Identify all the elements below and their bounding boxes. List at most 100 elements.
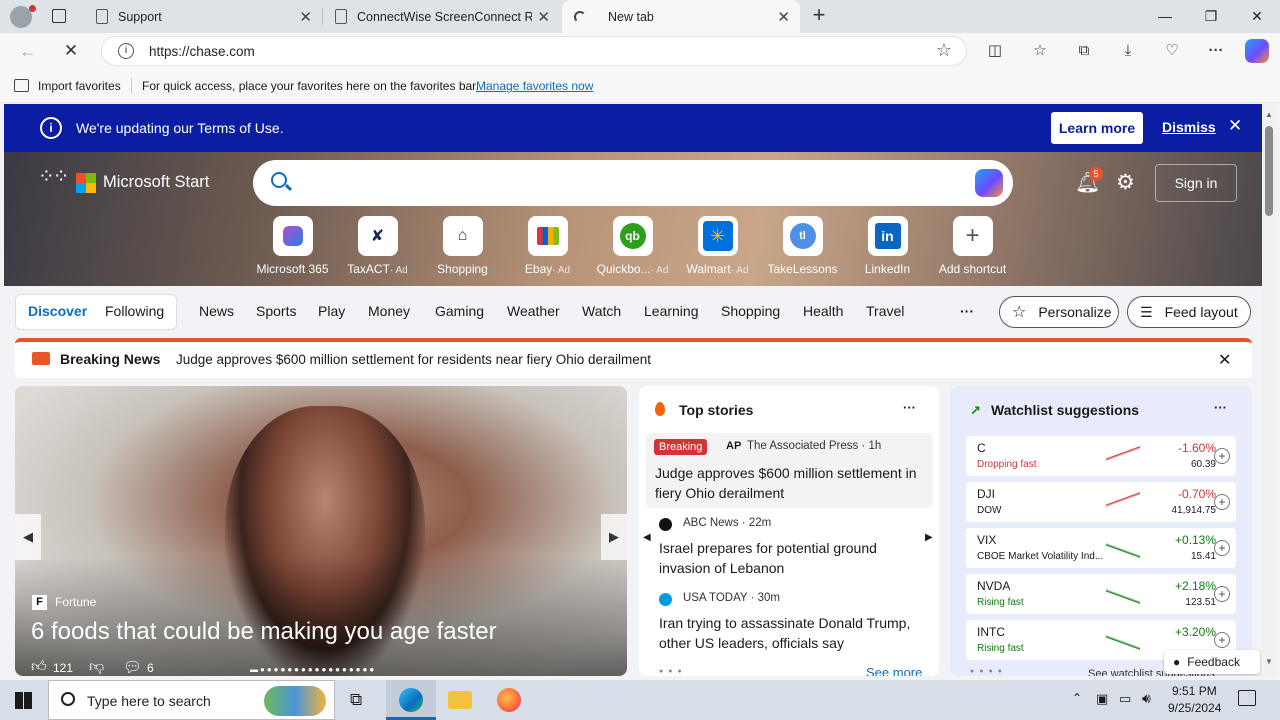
page-scrollbar[interactable]: ▲ ▼ — [1262, 104, 1276, 676]
taskbar-search[interactable]: Type here to search — [48, 680, 335, 720]
search-box[interactable] — [253, 160, 1013, 206]
close-tab-icon[interactable]: ✕ — [537, 8, 550, 26]
like-icon[interactable]: 👍︎ — [31, 658, 47, 676]
top-stories-more-icon[interactable]: ··· — [903, 400, 916, 415]
nav-more-icon[interactable]: ··· — [960, 303, 974, 319]
favorite-star-icon[interactable]: ☆ — [936, 40, 952, 61]
add-to-watchlist-icon[interactable]: + — [1214, 586, 1230, 602]
clock-time[interactable]: 9:51 PM — [1172, 684, 1217, 698]
story-headline[interactable]: Judge approves $600 million settlement i… — [655, 463, 925, 503]
tab-discover[interactable]: Discover — [28, 303, 87, 319]
add-to-watchlist-icon[interactable]: + — [1214, 632, 1230, 648]
shortcut-walmart[interactable]: ✳ Walmart· Ad — [675, 216, 760, 276]
task-view-icon[interactable]: ⧉ — [350, 690, 362, 710]
browser-essentials-icon[interactable]: ♡ — [1161, 40, 1183, 62]
watchlist-more-icon[interactable]: ··· — [1214, 400, 1227, 415]
collections-icon[interactable]: ⧉ — [1073, 40, 1095, 62]
story-item[interactable]: Breaking AP The Associated Press · 1h Ju… — [646, 433, 933, 508]
apps-grid-icon[interactable]: ⁘⁘ — [38, 167, 69, 187]
downloads-icon[interactable]: ⤓ — [1117, 40, 1139, 62]
nav-shopping[interactable]: Shopping — [721, 303, 780, 319]
story-headline[interactable]: Iran trying to assassinate Donald Trump,… — [659, 613, 917, 653]
shortcut-ebay[interactable]: Ebay· Ad — [505, 216, 590, 276]
scroll-down-icon[interactable]: ▼ — [1265, 657, 1273, 666]
sign-in-button[interactable]: Sign in — [1155, 164, 1237, 202]
nav-learning[interactable]: Learning — [644, 303, 699, 319]
shortcut-quickbooks[interactable]: qb Quickbo...· Ad — [590, 216, 675, 276]
add-to-watchlist-icon[interactable]: + — [1214, 448, 1230, 464]
tab-connectwise[interactable]: ConnectWise ScreenConnect Rer ✕ — [323, 0, 560, 33]
notifications-center-icon[interactable] — [1238, 690, 1256, 706]
tray-chevron-icon[interactable]: ⌃ — [1072, 691, 1082, 705]
watchlist-row-vix[interactable]: VIX CBOE Market Volatility Ind... +0.13%… — [966, 528, 1236, 568]
copilot-icon[interactable] — [1245, 39, 1269, 63]
nav-health[interactable]: Health — [803, 303, 843, 319]
back-icon[interactable]: ← — [17, 40, 39, 62]
dismiss-link[interactable]: Dismiss — [1162, 119, 1216, 135]
see-more-link[interactable]: See more — [866, 665, 922, 676]
shortcut-add[interactable]: + Add shortcut — [930, 216, 1015, 276]
shortcut-shopping[interactable]: ⌂ Shopping — [420, 216, 505, 276]
watchlist-row-c[interactable]: C Dropping fast -1.60% 60.39 + — [966, 436, 1236, 476]
shortcut-microsoft-365[interactable]: Microsoft 365 — [250, 216, 335, 276]
hero-story-card[interactable]: ◀ ▶ F Fortune 6 foods that could be maki… — [15, 386, 627, 676]
close-tab-icon[interactable]: ✕ — [777, 8, 790, 26]
close-breaking-icon[interactable]: ✕ — [1218, 350, 1231, 370]
scroll-up-icon[interactable]: ▲ — [1265, 110, 1273, 119]
nav-play[interactable]: Play — [318, 303, 345, 319]
import-favorites-link[interactable]: Import favorites — [38, 79, 121, 93]
copilot-search-icon[interactable] — [975, 169, 1003, 197]
watchlist-row-dji[interactable]: DJI DOW -0.70% 41,914.75 + — [966, 482, 1236, 522]
stop-loading-icon[interactable]: ✕ — [60, 40, 82, 62]
watchlist-row-nvda[interactable]: NVDA Rising fast +2.18% 123.51 + — [966, 574, 1236, 614]
settings-more-icon[interactable]: ··· — [1205, 40, 1227, 62]
site-info-icon[interactable]: i — [118, 43, 134, 59]
shortcut-linkedin[interactable]: in LinkedIn — [845, 216, 930, 276]
split-screen-icon[interactable]: ◫ — [984, 40, 1006, 62]
breaking-news-bar[interactable]: Breaking News Judge approves $600 millio… — [15, 338, 1252, 378]
dislike-icon[interactable]: 👎︎ — [89, 658, 104, 676]
stories-prev-icon[interactable]: ◀ — [643, 532, 651, 543]
shortcut-takelessons[interactable]: tl TakeLessons — [760, 216, 845, 276]
add-to-watchlist-icon[interactable]: + — [1214, 540, 1230, 556]
add-to-watchlist-icon[interactable]: + — [1214, 494, 1230, 510]
minimize-icon[interactable]: — — [1150, 4, 1180, 28]
tab-following[interactable]: Following — [105, 303, 164, 319]
nav-watch[interactable]: Watch — [582, 303, 621, 319]
manage-favorites-link[interactable]: Manage favorites now — [476, 79, 593, 93]
tab-support[interactable]: Support ✕ — [84, 0, 322, 33]
firefox-icon[interactable] — [497, 688, 521, 712]
settings-gear-icon[interactable]: ⚙ — [1116, 170, 1135, 195]
learn-more-button[interactable]: Learn more — [1051, 112, 1143, 144]
personalize-button[interactable]: ☆ Personalize — [999, 296, 1119, 328]
close-tab-icon[interactable]: ✕ — [299, 8, 312, 26]
network-icon[interactable]: ▭ — [1119, 691, 1131, 707]
prev-arrow-icon[interactable]: ◀ — [15, 514, 41, 560]
next-arrow-icon[interactable]: ▶ — [601, 514, 627, 560]
close-window-icon[interactable]: ✕ — [1242, 4, 1272, 28]
feedback-button[interactable]: ● Feedback — [1164, 650, 1260, 674]
comment-icon[interactable]: 💬︎ — [123, 658, 142, 676]
windows-start-icon[interactable] — [15, 692, 32, 709]
nav-money[interactable]: Money — [368, 303, 410, 319]
story-item[interactable]: ABC News · 22m Israel prepares for poten… — [655, 516, 917, 576]
carousel-dots[interactable]: ▬●●●●●●●●●●●●●●●●● — [250, 665, 376, 674]
story-headline[interactable]: Israel prepares for potential ground inv… — [659, 538, 917, 578]
nav-travel[interactable]: Travel — [866, 303, 904, 319]
feed-layout-button[interactable]: ☰ Feed layout — [1127, 296, 1251, 328]
stories-next-icon[interactable]: ▶ — [925, 532, 933, 543]
file-explorer-icon[interactable] — [448, 691, 472, 709]
tab-new-tab[interactable]: New tab ✕ — [562, 0, 800, 33]
shortcut-taxact[interactable]: ✘ TaxACT· Ad — [335, 216, 420, 276]
volume-icon[interactable]: 🔊︎ — [1142, 690, 1151, 707]
scroll-thumb[interactable] — [1265, 126, 1273, 216]
tab-actions-icon[interactable] — [52, 9, 66, 23]
brand-title[interactable]: Microsoft Start — [103, 173, 209, 192]
clock-date[interactable]: 9/25/2024 — [1168, 701, 1221, 715]
new-tab-button[interactable]: + — [808, 3, 830, 29]
url-text[interactable]: https://chase.com — [149, 44, 255, 59]
import-icon[interactable] — [14, 79, 29, 92]
breaking-headline[interactable]: Judge approves $600 million settlement f… — [176, 352, 651, 367]
story-title[interactable]: 6 foods that could be making you age fas… — [31, 618, 497, 646]
nav-weather[interactable]: Weather — [507, 303, 560, 319]
